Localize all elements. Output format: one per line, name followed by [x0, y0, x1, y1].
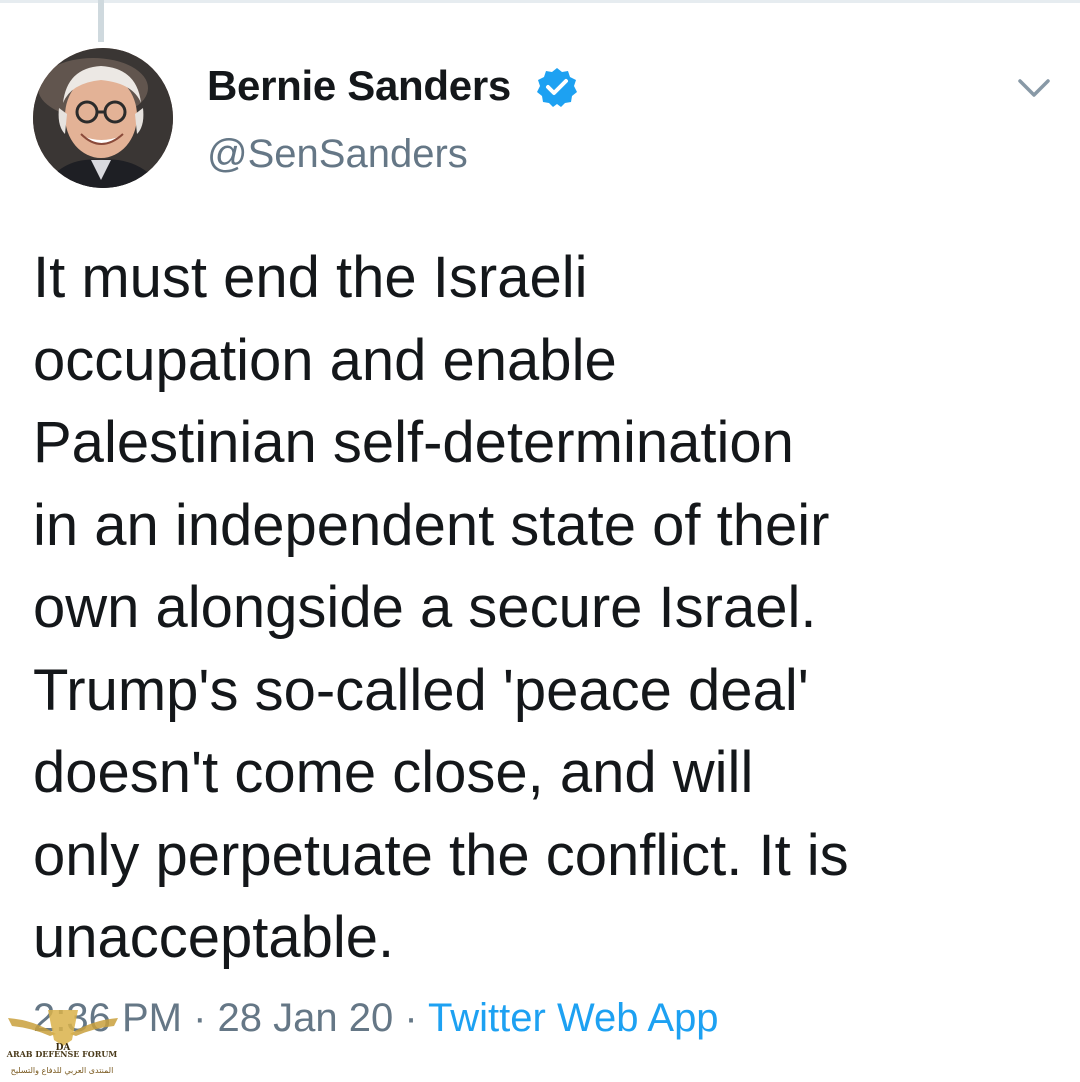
meta-separator: · [393, 996, 429, 1040]
meta-separator: · [181, 996, 218, 1040]
tweet-date[interactable]: 28 Jan 20 [218, 996, 394, 1040]
tweet-metadata: 2:36 PM · 28 Jan 20 · Twitter Web App [33, 996, 719, 1041]
verified-badge-icon [537, 68, 577, 107]
tweet-text: It must end the Israeli occupation and e… [33, 245, 849, 970]
thread-connector-line [98, 0, 104, 42]
display-name[interactable]: Bernie Sanders [207, 62, 511, 110]
avatar[interactable] [33, 48, 173, 188]
watermark-subtitle: المنتدى العربي للدفاع والتسليح [10, 1066, 114, 1075]
chevron-down-icon[interactable] [1014, 74, 1054, 102]
profile-photo [33, 48, 173, 188]
source-link[interactable]: Twitter Web App [428, 996, 719, 1040]
handle[interactable]: @SenSanders [207, 132, 468, 177]
watermark-name: ARAB DEFENSE FORUM [6, 1049, 118, 1059]
top-divider [0, 0, 1080, 3]
